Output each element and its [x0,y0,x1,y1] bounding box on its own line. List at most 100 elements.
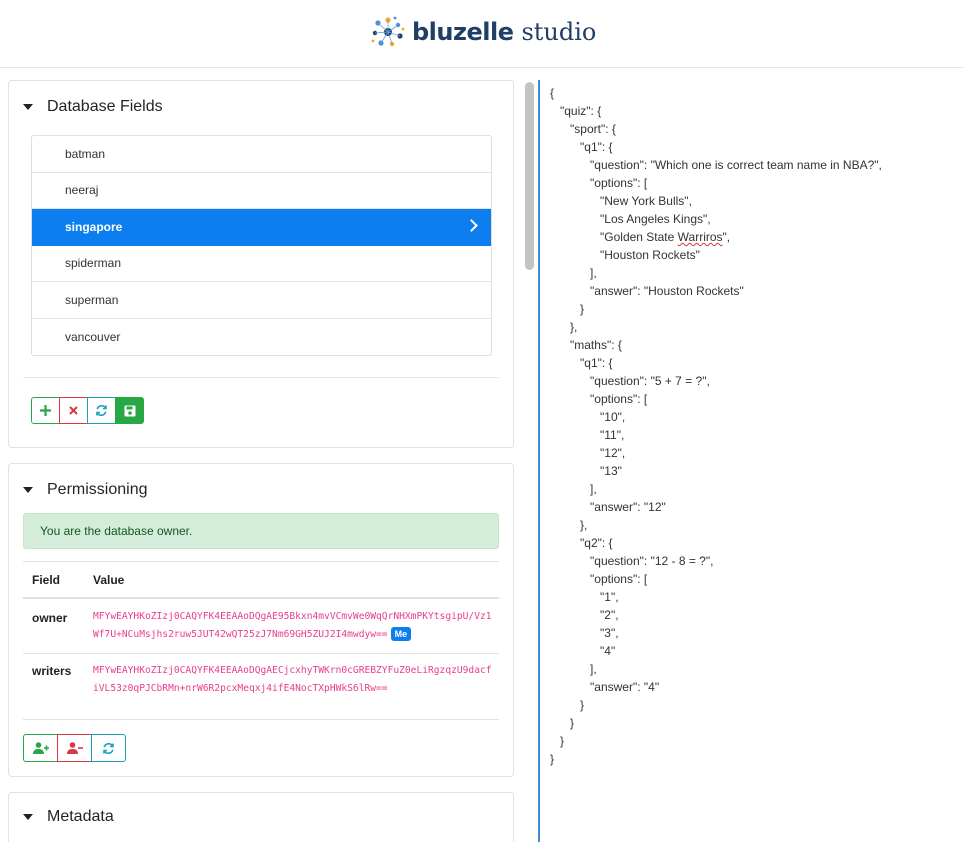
divider [23,377,499,378]
json-line: "New York Bulls", [550,194,692,208]
json-line: { [550,86,555,100]
json-editor[interactable]: { "quiz": { "sport": { "q1": { "question… [538,80,964,842]
card-title: Database Fields [47,98,163,115]
json-line: "question": "12 - 8 = ?", [550,554,714,568]
refresh-icon [103,742,114,754]
brand-name: bluzelle [412,18,514,46]
json-line: }, [550,518,588,532]
json-line: } [550,698,585,712]
json-line: "q1": { [550,356,613,370]
refresh-icon [96,404,107,417]
field-label: superman [65,292,119,307]
field-label: spiderman [65,256,122,271]
database-fields-card: Database Fields batman neeraj singapore … [8,80,514,448]
column-header-field: Field [32,573,61,587]
field-item-batman[interactable]: batman [32,136,491,173]
json-line: "quiz": { [550,104,602,118]
column-header-value: Value [93,573,125,587]
database-fields-list: batman neeraj singapore spiderman superm… [31,135,492,356]
field-actions [31,397,144,424]
caret-down-icon [23,814,33,820]
json-line: "Golden State Warriros", [550,230,731,244]
table-row-owner: owner MFYwEAYHKoZIzj0CAQYFK4EEAAoDQgAE95… [23,597,499,655]
json-line: } [550,734,565,748]
json-line: ], [550,482,597,496]
bluzelle-studio-logo: bluzelle studio [370,12,596,52]
json-line: } [550,752,555,766]
field-label: vancouver [65,329,121,344]
json-line: } [550,716,575,730]
owner-label: owner [32,611,68,625]
table-row-writers: writers MFYwEAYHKoZIzj0CAQYFK4EEAAoDQgAE… [23,653,499,720]
owner-key: MFYwEAYHKoZIzj0CAQYFK4EEAAoDQgAE95Bkxn4m… [93,611,492,640]
json-content: { "quiz": { "sport": { "q1": { "question… [550,84,882,768]
field-item-singapore[interactable]: singapore [32,209,491,246]
json-line: "1", [550,590,619,604]
add-field-button[interactable] [31,397,60,424]
json-line: "Los Angeles Kings", [550,212,711,226]
owner-key-value: MFYwEAYHKoZIzj0CAQYFK4EEAAoDQgAE95Bkxn4m… [93,608,493,644]
field-label: singapore [65,220,123,235]
caret-down-icon [23,487,33,493]
add-writer-button[interactable] [23,734,58,762]
permission-actions [23,734,126,762]
field-item-spiderman[interactable]: spiderman [32,246,491,282]
json-line: "11", [550,428,625,442]
json-line: "sport": { [550,122,616,136]
json-line: "13" [550,464,622,478]
owner-alert: You are the database owner. [23,513,499,549]
database-fields-header[interactable]: Database Fields [23,95,163,119]
permissioning-card: Permissioning You are the database owner… [8,463,514,777]
me-badge: Me [390,627,412,641]
writers-key-value: MFYwEAYHKoZIzj0CAQYFK4EEAAoDQgAECjcxhyTW… [93,665,492,694]
json-line: "12", [550,446,626,460]
json-line: } [550,302,585,316]
json-line: }, [550,320,578,334]
json-line: "4" [550,644,616,658]
close-icon [69,406,78,415]
json-line: "options": [ [550,392,648,406]
user-plus-icon [32,742,49,754]
refresh-fields-button[interactable] [87,397,116,424]
metadata-card: Metadata [8,792,514,842]
plus-icon [40,405,51,416]
card-title: Permissioning [47,481,148,498]
remove-writer-button[interactable] [57,734,92,762]
save-fields-button[interactable] [115,397,144,424]
metadata-header[interactable]: Metadata [23,805,114,829]
json-line: ], [550,662,597,676]
json-line: "options": [ [550,176,648,190]
field-item-superman[interactable]: superman [32,282,491,319]
bluzelle-logo-icon [371,16,405,47]
scrollbar-thumb[interactable] [525,82,534,270]
field-item-vancouver[interactable]: vancouver [32,319,491,356]
card-title: Metadata [47,808,114,825]
table-header-row: Field Value [23,561,499,598]
json-line: "answer": "Houston Rockets" [550,284,744,298]
refresh-permissions-button[interactable] [91,734,126,762]
spellcheck-word: Warriros [677,230,723,244]
alert-text: You are the database owner. [40,524,193,538]
caret-down-icon [23,104,33,110]
json-line: "question": "5 + 7 = ?", [550,374,710,388]
json-line: "10", [550,410,626,424]
save-icon [124,405,135,416]
table-bottom-border [23,719,499,721]
field-label: batman [65,146,106,161]
permissioning-header[interactable]: Permissioning [23,478,147,502]
left-panel: Database Fields batman neeraj singapore … [0,68,522,842]
field-item-neeraj[interactable]: neeraj [32,173,491,209]
json-line: "maths": { [550,338,622,352]
product-name: studio [521,18,597,46]
json-line: "q2": { [550,536,613,550]
json-line: "q1": { [550,140,613,154]
json-line: "question": "Which one is correct team n… [550,158,882,172]
json-line: ], [550,266,597,280]
field-label: neeraj [65,183,99,198]
json-line: "answer": "4" [550,680,660,694]
json-line: "answer": "12" [550,500,666,514]
app-header: bluzelle studio [0,0,964,68]
writers-label: writers [32,664,72,678]
json-line: "2", [550,608,619,622]
delete-field-button[interactable] [59,397,88,424]
